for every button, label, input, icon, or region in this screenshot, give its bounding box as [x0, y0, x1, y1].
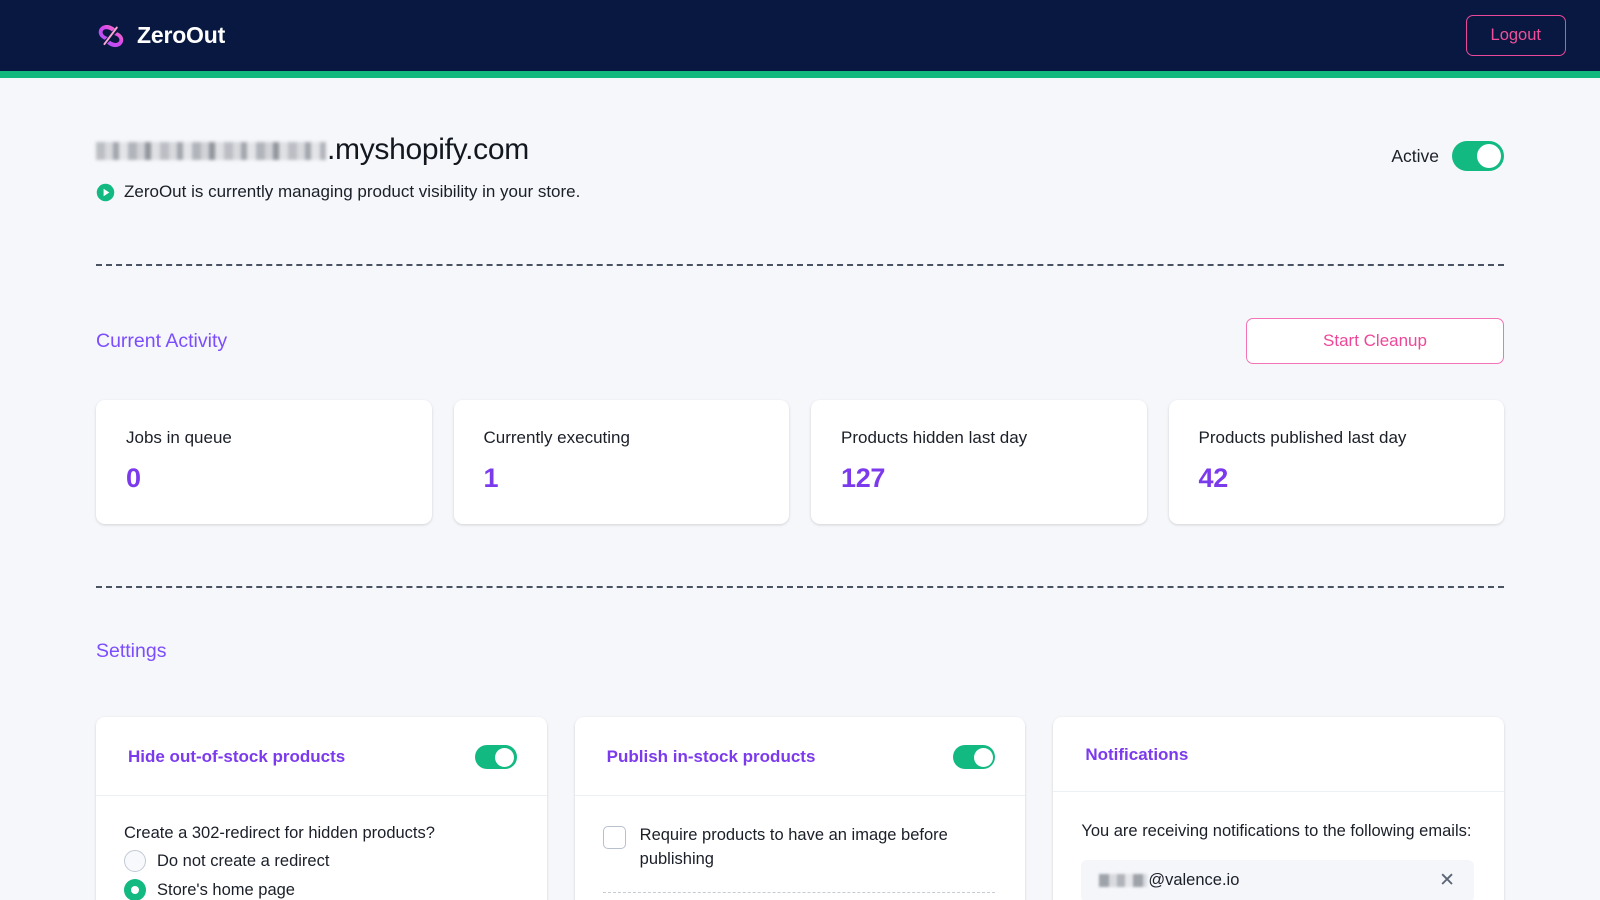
- card-header: Publish in-stock products: [574, 717, 1026, 796]
- notifications-card-title: Notifications: [1085, 745, 1189, 764]
- redacted-store-name: [96, 142, 326, 160]
- email-address: @valence.io: [1099, 871, 1239, 890]
- card-body: You are receiving notifications to the f…: [1053, 792, 1504, 900]
- stat-label: Products hidden last day: [841, 428, 1028, 447]
- zeroout-logo-icon: [98, 24, 124, 47]
- stat-value: 1: [483, 463, 499, 493]
- stat-label: Products published last day: [1198, 428, 1407, 447]
- require-image-checkbox-row[interactable]: Require products to have an image before…: [602, 824, 996, 872]
- radio-option-no-redirect[interactable]: Do not create a redirect: [124, 850, 517, 872]
- require-image-checkbox[interactable]: [602, 826, 626, 849]
- activity-stats: Jobs in queue 0 Currently executing 1 Pr…: [96, 400, 1504, 524]
- card-header: Hide out-of-stock products: [96, 717, 547, 796]
- stat-value: 0: [126, 463, 141, 493]
- stat-value: 42: [1198, 463, 1229, 493]
- stat-card: Products published last day 42: [1168, 400, 1504, 524]
- stat-card: Products hidden last day 127: [811, 400, 1147, 524]
- email-chip: @valence.io ✕: [1081, 859, 1474, 900]
- toggle-knob: [973, 747, 993, 767]
- store-status: ZeroOut is currently managing product vi…: [96, 182, 580, 202]
- stat-label: Currently executing: [483, 428, 630, 447]
- publish-card-title: Publish in-stock products: [606, 747, 816, 766]
- settings-header: Settings: [96, 588, 1504, 663]
- notifications-card: Notifications You are receiving notifica…: [1053, 717, 1504, 900]
- radio-input[interactable]: [124, 850, 146, 872]
- require-image-label: Require products to have an image before…: [639, 826, 948, 868]
- active-toggle[interactable]: [1452, 141, 1504, 171]
- radio-label: Do not create a redirect: [157, 851, 330, 870]
- brand-name: ZeroOut: [137, 22, 226, 48]
- section-divider-top: [96, 264, 1504, 266]
- radio-option-store-home[interactable]: Store's home page: [124, 879, 517, 900]
- brand: ZeroOut: [96, 21, 225, 51]
- active-toggle-knob: [1477, 144, 1501, 168]
- store-identity: .myshopify.com ZeroOut is currently mana…: [96, 133, 580, 202]
- stat-card: Currently executing 1: [453, 400, 789, 524]
- current-activity-header: Current Activity Start Cleanup: [96, 266, 1504, 364]
- radio-input-selected[interactable]: [124, 879, 146, 900]
- start-cleanup-button[interactable]: Start Cleanup: [1246, 318, 1504, 364]
- store-status-text: ZeroOut is currently managing product vi…: [124, 182, 581, 201]
- publish-in-stock-card: Publish in-stock products Require produc…: [574, 717, 1026, 900]
- section-divider-bottom: [96, 586, 1504, 588]
- play-circle-icon: [96, 183, 115, 201]
- settings-title: Settings: [96, 640, 167, 662]
- store-domain-suffix: .myshopify.com: [327, 133, 529, 166]
- stat-label: Jobs in queue: [126, 428, 232, 447]
- close-icon[interactable]: ✕: [1436, 869, 1458, 892]
- logout-button[interactable]: Logout: [1465, 14, 1566, 57]
- radio-label: Store's home page: [157, 880, 295, 899]
- stat-value: 127: [841, 463, 886, 493]
- hide-card-title: Hide out-of-stock products: [128, 747, 346, 766]
- toggle-knob: [495, 747, 515, 767]
- page-content: .myshopify.com ZeroOut is currently mana…: [0, 78, 1600, 900]
- store-header: .myshopify.com ZeroOut is currently mana…: [96, 78, 1504, 202]
- hide-out-of-stock-card: Hide out-of-stock products Create a 302-…: [96, 717, 547, 900]
- stat-card: Jobs in queue 0: [96, 400, 432, 524]
- email-domain: @valence.io: [1148, 871, 1240, 890]
- redacted-email-local: [1099, 874, 1148, 888]
- current-activity-title: Current Activity: [96, 329, 228, 352]
- card-header: Notifications: [1053, 717, 1504, 792]
- accent-bar: [0, 71, 1600, 78]
- active-toggle-group: Active: [1391, 141, 1504, 171]
- hide-out-of-stock-toggle[interactable]: [474, 745, 517, 769]
- card-body: Create a 302-redirect for hidden product…: [96, 796, 547, 900]
- card-inner-divider: [602, 891, 996, 893]
- notifications-description: You are receiving notifications to the f…: [1081, 822, 1472, 840]
- settings-cards: Hide out-of-stock products Create a 302-…: [96, 717, 1504, 900]
- card-body: Require products to have an image before…: [575, 796, 1026, 900]
- publish-in-stock-toggle[interactable]: [953, 745, 996, 769]
- redirect-question-label: Create a 302-redirect for hidden product…: [124, 824, 435, 842]
- store-domain: .myshopify.com: [96, 133, 580, 167]
- app-header: ZeroOut Logout: [0, 0, 1600, 71]
- active-label: Active: [1391, 145, 1439, 166]
